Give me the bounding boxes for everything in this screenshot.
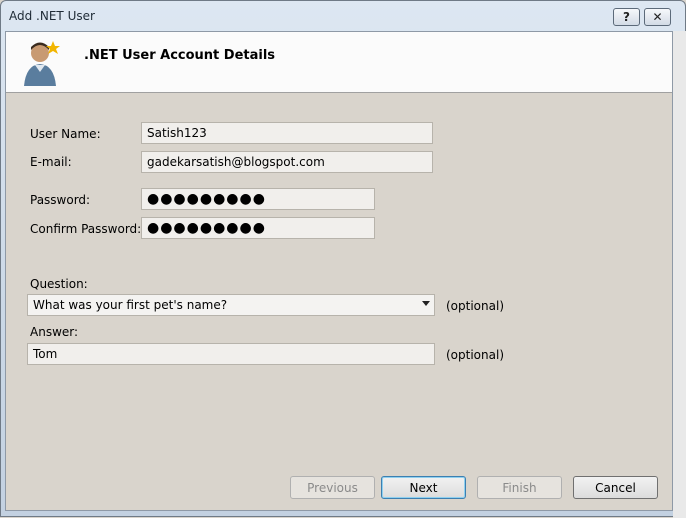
question-label: Question: — [30, 277, 88, 291]
answer-label: Answer: — [30, 325, 79, 339]
dialog-window: Add .NET User ? ✕ .NET User Account Deta… — [0, 0, 686, 518]
answer-optional-note: (optional) — [446, 348, 504, 362]
close-button[interactable]: ✕ — [644, 8, 671, 26]
email-input[interactable]: gadekarsatish@blogspot.com — [141, 151, 433, 173]
finish-button[interactable]: Finish — [477, 476, 562, 499]
user-account-icon — [24, 41, 60, 86]
wizard-header: .NET User Account Details — [6, 32, 672, 93]
question-select[interactable]: What was your first pet's name? — [27, 294, 435, 316]
username-label: User Name: — [30, 127, 101, 141]
window-title: Add .NET User — [9, 9, 95, 23]
help-button[interactable]: ? — [613, 8, 640, 26]
confirm-password-label: Confirm Password: — [30, 222, 142, 236]
question-selected-value: What was your first pet's name? — [33, 298, 228, 312]
background-window-edge — [673, 31, 686, 518]
question-optional-note: (optional) — [446, 299, 504, 313]
previous-button[interactable]: Previous — [290, 476, 375, 499]
page-title: .NET User Account Details — [84, 48, 276, 63]
password-label: Password: — [30, 193, 91, 207]
dialog-client-area: .NET User Account Details User Name: Sat… — [5, 31, 673, 511]
title-bar[interactable]: Add .NET User ? ✕ — [1, 1, 685, 31]
password-input[interactable]: ●●●●●●●●● — [141, 188, 375, 210]
close-icon: ✕ — [652, 10, 663, 24]
cancel-button[interactable]: Cancel — [573, 476, 658, 499]
username-input[interactable]: Satish123 — [141, 122, 433, 144]
answer-input[interactable]: Tom — [27, 343, 435, 365]
next-button[interactable]: Next — [381, 476, 466, 499]
confirm-password-input[interactable]: ●●●●●●●●● — [141, 217, 375, 239]
email-label: E-mail: — [30, 155, 72, 169]
chevron-down-icon[interactable] — [422, 301, 430, 306]
